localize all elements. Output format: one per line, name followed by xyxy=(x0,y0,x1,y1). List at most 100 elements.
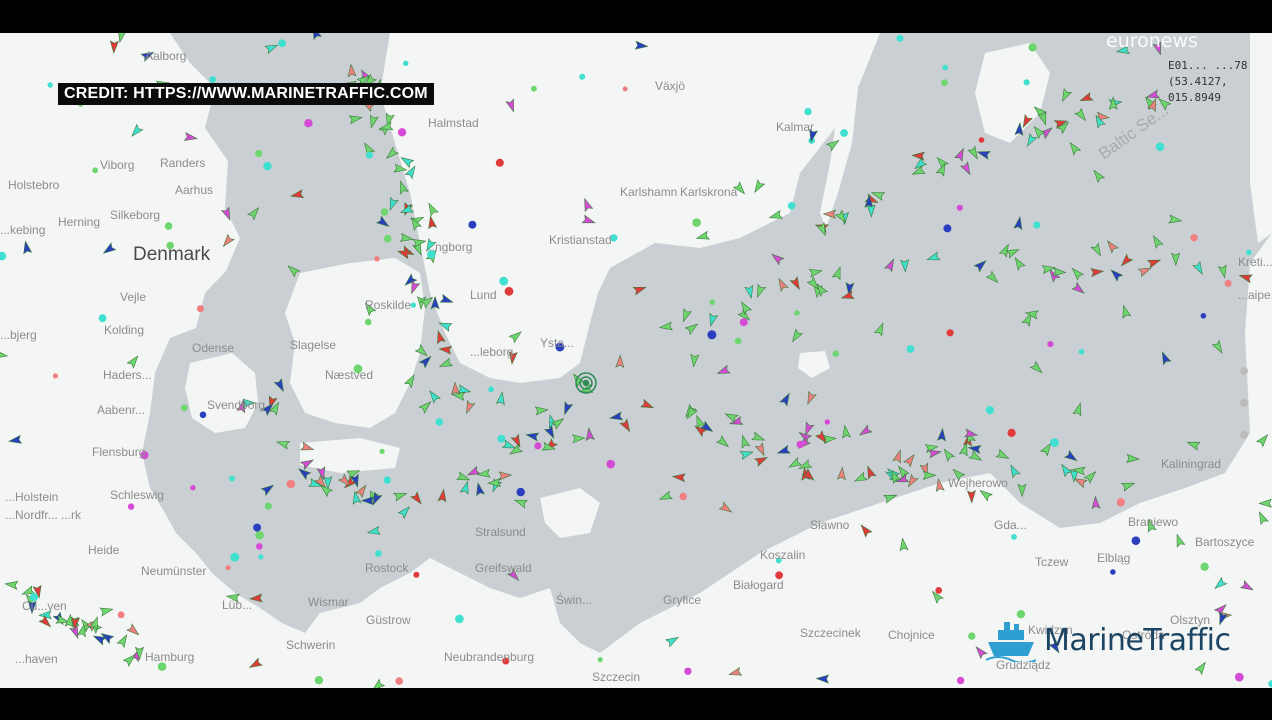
vessel-anchored-marker[interactable] xyxy=(255,149,263,158)
vessel-anchored-marker[interactable] xyxy=(906,345,915,353)
vessel-anchored-marker[interactable] xyxy=(579,73,586,80)
vessel-anchored-marker[interactable] xyxy=(1200,562,1209,571)
vessel-anchored-marker[interactable] xyxy=(209,76,217,83)
vessel-anchored-marker[interactable] xyxy=(534,442,542,450)
vessel-anchored-marker[interactable] xyxy=(383,234,392,243)
vessel-anchored-marker[interactable] xyxy=(230,552,240,562)
vessel-anchored-marker[interactable] xyxy=(314,676,324,685)
vessel-anchored-marker[interactable] xyxy=(190,485,196,491)
vessel-anchored-marker[interactable] xyxy=(286,479,296,489)
vessel-anchored-marker[interactable] xyxy=(455,614,464,624)
vessel-anchored-marker[interactable] xyxy=(956,204,963,211)
vessel-anchored-marker[interactable] xyxy=(468,220,477,229)
vessel-anchored-marker[interactable] xyxy=(734,337,742,345)
vessel-anchored-marker[interactable] xyxy=(935,587,943,594)
vessel-anchored-marker[interactable] xyxy=(258,554,264,560)
vessel-anchored-marker[interactable] xyxy=(796,440,804,449)
vessel-anchored-marker[interactable] xyxy=(804,107,812,116)
vessel-anchored-marker[interactable] xyxy=(255,543,263,550)
vessel-map[interactable]: Aalborg Växjö Halmstad Kalmar Holstebro … xyxy=(0,33,1272,688)
vessel-anchored-marker[interactable] xyxy=(127,503,135,510)
vessel-anchored-marker[interactable] xyxy=(379,448,385,454)
vessel-anchored-marker[interactable] xyxy=(410,302,416,308)
vessel-anchored-marker[interactable] xyxy=(374,256,380,262)
vessel-anchored-marker[interactable] xyxy=(1190,234,1198,242)
map-canvas[interactable] xyxy=(0,33,1272,688)
vessel-anchored-marker[interactable] xyxy=(435,418,444,426)
vessel-anchored-marker[interactable] xyxy=(1023,79,1030,86)
vessel-anchored-marker[interactable] xyxy=(497,434,506,443)
vessel-anchored-marker[interactable] xyxy=(504,286,514,296)
vessel-anchored-marker[interactable] xyxy=(941,79,948,87)
vessel-anchored-marker[interactable] xyxy=(413,571,420,578)
vessel-anchored-marker[interactable] xyxy=(1011,534,1017,540)
vessel-anchored-marker[interactable] xyxy=(787,202,796,210)
vessel-anchored-marker[interactable] xyxy=(383,476,391,484)
vessel-anchored-marker[interactable] xyxy=(403,60,409,66)
vessel-anchored-marker[interactable] xyxy=(225,565,231,571)
vessel-anchored-marker[interactable] xyxy=(397,128,407,137)
vessel-anchored-marker[interactable] xyxy=(180,404,188,412)
vessel-anchored-marker[interactable] xyxy=(531,85,537,92)
vessel-anchored-marker[interactable] xyxy=(709,299,715,305)
vessel-anchored-marker[interactable] xyxy=(98,314,107,323)
vessel-anchored-marker[interactable] xyxy=(499,276,509,286)
vessel-anchored-marker[interactable] xyxy=(92,167,98,174)
vessel-anchored-marker[interactable] xyxy=(978,137,985,143)
vessel-anchored-marker[interactable] xyxy=(1116,498,1125,507)
vessel-anchored-marker[interactable] xyxy=(1155,142,1165,152)
vessel-anchored-marker[interactable] xyxy=(366,151,373,159)
vessel-anchored-marker[interactable] xyxy=(278,39,286,48)
vessel-anchored-marker[interactable] xyxy=(896,34,904,42)
vessel-anchored-marker[interactable] xyxy=(263,161,272,171)
vessel-anchored-marker[interactable] xyxy=(943,224,952,233)
vessel-anchored-marker[interactable] xyxy=(264,502,272,510)
vessel-anchored-marker[interactable] xyxy=(1131,536,1141,545)
vessel-anchored-marker[interactable] xyxy=(495,158,504,167)
vessel-anchored-marker[interactable] xyxy=(942,64,948,71)
vessel-anchored-marker[interactable] xyxy=(1007,428,1016,437)
vessel-anchored-marker[interactable] xyxy=(52,373,59,379)
vessel-anchored-marker[interactable] xyxy=(832,350,839,357)
vessel-anchored-marker[interactable] xyxy=(684,667,692,675)
vessel-anchored-marker[interactable] xyxy=(229,475,235,482)
vessel-anchored-marker[interactable] xyxy=(380,208,389,216)
vessel-anchored-marker[interactable] xyxy=(597,657,603,663)
vessel-anchored-marker[interactable] xyxy=(707,330,717,340)
vessel-anchored-marker[interactable] xyxy=(304,119,313,128)
vessel-anchored-marker[interactable] xyxy=(364,318,372,326)
vessel-anchored-marker[interactable] xyxy=(824,419,830,425)
vessel-anchored-marker[interactable] xyxy=(1224,279,1232,287)
vessel-anchored-marker[interactable] xyxy=(985,406,995,415)
vessel-anchored-marker[interactable] xyxy=(1050,438,1059,447)
vessel-anchored-marker[interactable] xyxy=(1047,341,1054,348)
vessel-anchored-marker[interactable] xyxy=(1200,313,1207,319)
vessel-anchored-marker[interactable] xyxy=(395,677,404,685)
vessel-anchored-marker[interactable] xyxy=(47,82,53,88)
vessel-anchored-marker[interactable] xyxy=(255,530,264,540)
vessel-anchored-marker[interactable] xyxy=(946,329,954,337)
vessel-anchored-marker[interactable] xyxy=(164,222,173,230)
zoom-out-icon[interactable] xyxy=(1240,399,1248,407)
vessel-anchored-marker[interactable] xyxy=(1078,349,1085,355)
vessel-anchored-marker[interactable] xyxy=(679,492,687,501)
vessel-anchored-marker[interactable] xyxy=(375,550,382,557)
vessel-anchored-marker[interactable] xyxy=(622,86,628,92)
vessel-anchored-marker[interactable] xyxy=(199,411,207,419)
vessel-anchored-marker[interactable] xyxy=(968,632,976,640)
zoom-in-icon[interactable] xyxy=(1240,367,1248,375)
vessel-anchored-marker[interactable] xyxy=(1234,672,1244,682)
vessel-anchored-marker[interactable] xyxy=(606,459,615,469)
vessel-anchored-marker[interactable] xyxy=(1033,221,1041,229)
vessel-anchored-marker[interactable] xyxy=(739,318,748,327)
vessel-anchored-marker[interactable] xyxy=(692,218,701,227)
vessel-anchored-marker[interactable] xyxy=(956,676,965,685)
vessel-anchored-marker[interactable] xyxy=(794,310,800,316)
vessel-anchored-marker[interactable] xyxy=(117,611,125,619)
map-zoom-controls[interactable] xyxy=(1238,363,1250,443)
layers-icon[interactable] xyxy=(1240,431,1248,439)
vessel-anchored-marker[interactable] xyxy=(488,386,494,393)
vessel-anchored-marker[interactable] xyxy=(516,487,525,497)
vessel-anchored-marker[interactable] xyxy=(1110,569,1116,575)
vessel-anchored-marker[interactable] xyxy=(840,129,848,137)
